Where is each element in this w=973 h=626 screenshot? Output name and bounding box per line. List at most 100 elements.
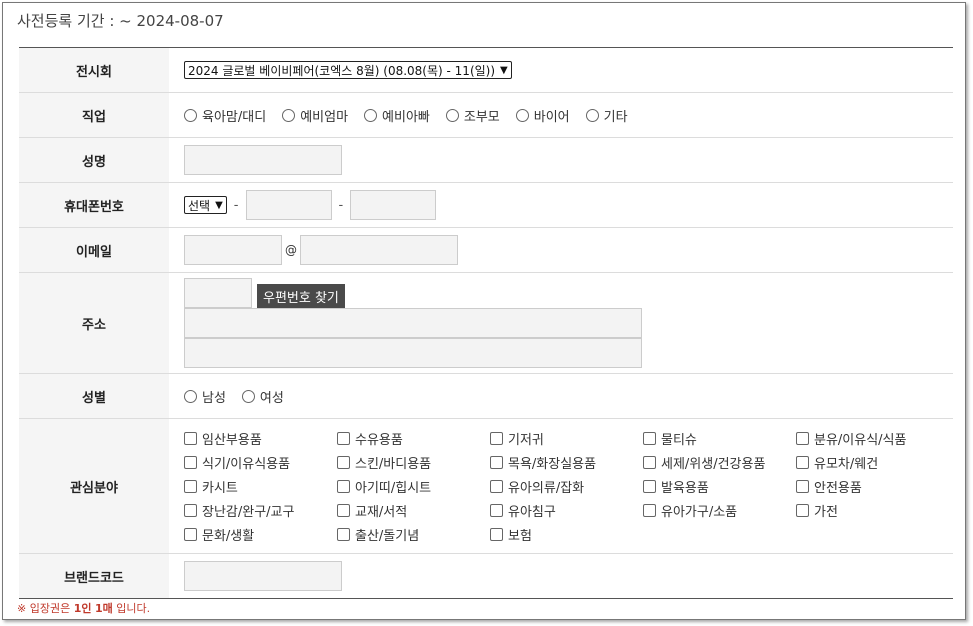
radio-circle-icon[interactable] (515, 108, 529, 122)
checkbox-icon[interactable] (337, 503, 350, 517)
checkbox-icon[interactable] (490, 431, 503, 445)
interest-checkbox-item[interactable]: 유모차/웨건 (796, 453, 949, 472)
checkbox-icon[interactable] (490, 527, 503, 541)
interest-checkbox-item[interactable]: 물티슈 (643, 429, 796, 448)
job-radio-2[interactable]: 예비아빠 (364, 106, 430, 125)
radio-circle-icon[interactable] (184, 108, 197, 122)
checkbox-icon[interactable] (643, 479, 656, 493)
phone-prefix-value: 선택 (188, 198, 211, 213)
job-radio-0[interactable]: 육아맘/대디 (184, 106, 266, 125)
notice-prefix: ※ 입장권은 (17, 602, 74, 615)
zipcode-search-button[interactable]: 우편번호 찾기 (257, 284, 345, 308)
radio-circle-icon[interactable] (184, 389, 197, 403)
checkbox-icon[interactable] (184, 479, 197, 493)
phone-middle-input[interactable] (245, 190, 332, 220)
interest-checkbox-item[interactable]: 유아가구/소품 (643, 501, 796, 520)
email-id-input[interactable] (184, 235, 282, 265)
address-line1-input[interactable] (184, 308, 642, 338)
interest-checkbox-item[interactable]: 기저귀 (490, 429, 643, 448)
checkbox-icon[interactable] (643, 455, 656, 469)
job-option-label: 육아맘/대디 (202, 109, 267, 125)
checkbox-icon[interactable] (643, 503, 656, 517)
checkbox-icon[interactable] (796, 431, 809, 445)
phone-last-input[interactable] (350, 190, 437, 220)
interest-checkbox-item[interactable]: 아기띠/힙시트 (337, 477, 490, 496)
checkbox-icon[interactable] (184, 455, 197, 469)
interest-checkbox-item[interactable]: 스킨/바디용품 (337, 453, 490, 472)
interest-checkbox-item[interactable]: 교재/서적 (337, 501, 490, 520)
interest-checkbox-item[interactable]: 분유/이유식/식품 (796, 429, 949, 448)
interest-checkbox-item[interactable]: 안전용품 (796, 477, 949, 496)
gender-option-label: 남성 (202, 390, 226, 406)
interest-label: 보험 (508, 528, 532, 544)
interest-checkbox-item[interactable]: 유아의류/잡화 (490, 477, 643, 496)
name-input[interactable] (184, 145, 342, 175)
phone-separator: - (338, 197, 344, 213)
email-domain-input[interactable] (300, 235, 458, 265)
chevron-down-icon: ▼ (500, 64, 508, 76)
job-radio-1[interactable]: 예비엄마 (282, 106, 348, 125)
radio-circle-icon[interactable] (282, 108, 296, 122)
job-radio-4[interactable]: 바이어 (515, 106, 570, 125)
row-email: 이메일 @ (19, 228, 953, 273)
row-exhibition: 전시회 2024 글로벌 베이비페어(코엑스 8월) (08.08(목) - 1… (19, 48, 953, 93)
job-radio-3[interactable]: 조부모 (445, 106, 500, 125)
radio-circle-icon[interactable] (445, 108, 459, 122)
exhibition-select[interactable]: 2024 글로벌 베이비페어(코엑스 8월) (08.08(목) - 11(일)… (184, 61, 512, 79)
row-brand-code: 브랜드코드 (19, 554, 953, 599)
name-label: 성명 (19, 138, 169, 182)
checkbox-icon[interactable] (490, 455, 503, 469)
interest-checkbox-item[interactable]: 수유용품 (337, 429, 490, 448)
checkbox-icon[interactable] (490, 479, 503, 493)
gender-radio-0[interactable]: 남성 (184, 387, 226, 406)
checkbox-icon[interactable] (337, 479, 350, 493)
row-phone: 휴대폰번호 선택 ▼ - - (19, 183, 953, 228)
checkbox-icon[interactable] (184, 527, 197, 541)
interest-checkbox-item[interactable]: 가전 (796, 501, 949, 520)
checkbox-icon[interactable] (796, 503, 809, 517)
radio-circle-icon[interactable] (585, 108, 599, 122)
job-options: 육아맘/대디 예비엄마 예비아빠 조부모 바이어 기타 (169, 93, 953, 137)
checkbox-icon[interactable] (643, 431, 656, 445)
interest-checkbox-item[interactable]: 장난감/완구/교구 (184, 501, 337, 520)
zipcode-input[interactable] (184, 278, 252, 308)
interest-label: 교재/서적 (355, 504, 408, 520)
interest-checkbox-item[interactable]: 목욕/화장실용품 (490, 453, 643, 472)
job-option-label: 예비아빠 (382, 109, 430, 125)
checkbox-icon[interactable] (337, 527, 350, 541)
interest-checkbox-item[interactable]: 보험 (490, 525, 643, 544)
interest-label: 목욕/화장실용품 (508, 456, 597, 472)
checkbox-icon[interactable] (337, 455, 350, 469)
registration-period: 사전등록 기간 : ~ 2024-08-07 (17, 12, 224, 30)
phone-prefix-select[interactable]: 선택 ▼ (184, 196, 227, 214)
interest-checkbox-item[interactable]: 임산부용품 (184, 429, 337, 448)
interest-checkbox-item[interactable]: 발육용품 (643, 477, 796, 496)
row-interests: 관심분야 임산부용품 수유용품 기저귀 물티슈 분유/이유식/식품 식기/이유식용품 스킨/… (19, 419, 953, 554)
interest-checkbox-item[interactable]: 유아침구 (490, 501, 643, 520)
checkbox-icon[interactable] (796, 479, 809, 493)
ticket-notice: ※ 입장권은 1인 1매 입니다. (17, 600, 150, 616)
checkbox-icon[interactable] (184, 503, 197, 517)
job-option-label: 바이어 (533, 109, 570, 125)
checkbox-icon[interactable] (796, 455, 809, 469)
interest-label: 유아의류/잡화 (508, 480, 585, 496)
gender-radio-1[interactable]: 여성 (241, 387, 284, 406)
checkbox-icon[interactable] (337, 431, 350, 445)
interest-checkbox-item[interactable]: 식기/이유식용품 (184, 453, 337, 472)
checkbox-icon[interactable] (184, 431, 197, 445)
interest-checkbox-item[interactable]: 세제/위생/건강용품 (643, 453, 796, 472)
radio-circle-icon[interactable] (364, 108, 378, 122)
phone-separator: - (233, 197, 239, 213)
interest-label: 유아가구/소품 (661, 504, 738, 520)
interest-checkbox-item[interactable]: 문화/생활 (184, 525, 337, 544)
brand-code-input[interactable] (184, 561, 342, 591)
interest-checkbox-item[interactable]: 출산/돌기념 (337, 525, 490, 544)
job-radio-5[interactable]: 기타 (585, 106, 628, 125)
checkbox-icon[interactable] (490, 503, 503, 517)
address-line2-input[interactable] (184, 338, 642, 368)
gender-option-label: 여성 (259, 390, 284, 406)
interest-label: 안전용품 (814, 480, 862, 496)
interest-checkbox-item[interactable]: 카시트 (184, 477, 337, 496)
radio-circle-icon[interactable] (241, 389, 255, 403)
email-label: 이메일 (19, 228, 169, 272)
